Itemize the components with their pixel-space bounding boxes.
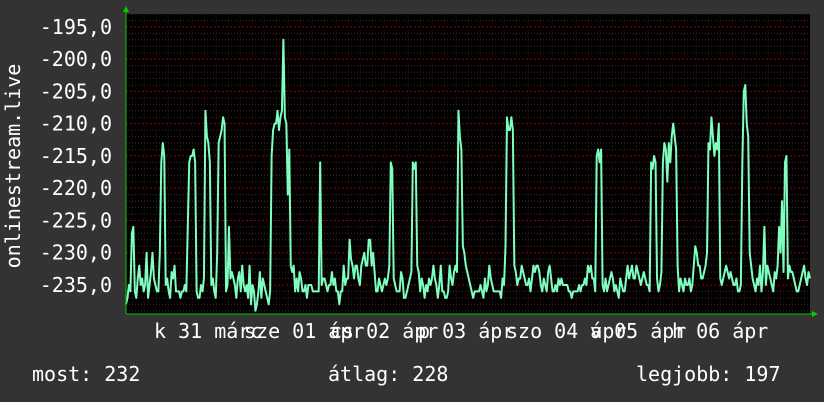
y-tick-label: -210,0 (40, 112, 112, 136)
y-tick-label: -195,0 (40, 15, 112, 39)
y-tick-label: -220,0 (40, 176, 112, 200)
average-value-stat: átlag: 228 (328, 362, 449, 386)
y-axis-title: onlinestream.live (1, 64, 25, 269)
chart: -195,0 -200,0 -205,0 -210,0 -215,0 -220,0 -225… (1, 6, 818, 343)
x-tick-label: p 03 ápr (418, 319, 514, 343)
y-tick-label: -205,0 (40, 79, 112, 103)
x-tick-label: h 06 ápr (672, 319, 768, 343)
y-tick-label: -215,0 (40, 144, 112, 168)
current-value-stat: most: 232 (32, 362, 141, 386)
y-tick-label: -235,0 (40, 273, 112, 297)
best-value-stat: legjobb: 197 (636, 362, 781, 386)
x-axis-arrow (812, 311, 818, 317)
y-tick-label: -200,0 (40, 47, 112, 71)
y-tick-label: -225,0 (40, 208, 112, 232)
y-tick-label: -230,0 (40, 241, 112, 265)
y-axis-arrow (123, 6, 129, 12)
